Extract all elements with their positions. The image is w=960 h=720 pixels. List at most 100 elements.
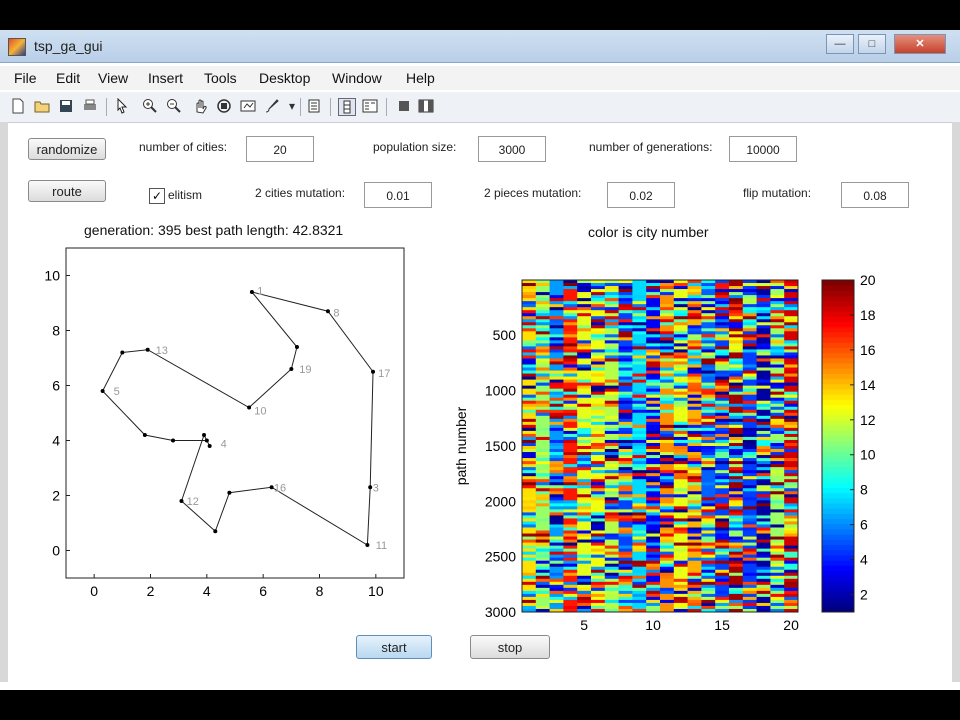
heatmap-cell [535, 394, 550, 399]
heatmap-cell [770, 424, 785, 429]
close-button[interactable]: ✕ [894, 34, 946, 54]
open-folder-icon[interactable] [34, 98, 50, 114]
two-pieces-mutation-field[interactable]: 0.02 [607, 182, 675, 208]
population-size-field[interactable]: 3000 [478, 136, 546, 162]
heatmap-cell [604, 584, 619, 589]
heatmap-cell [522, 503, 537, 507]
heatmap-cell [549, 590, 564, 595]
data-cursor-icon[interactable] [240, 98, 256, 114]
heatmap-cell [591, 500, 606, 504]
new-file-icon[interactable] [10, 98, 26, 114]
heatmap-cell [673, 533, 688, 537]
hide-plot-tools-icon[interactable] [396, 98, 412, 114]
heatmap-cell [687, 566, 702, 571]
maximize-button[interactable]: □ [858, 34, 886, 54]
heatmap-cell [535, 512, 550, 516]
heatmap-cell [522, 575, 537, 580]
menu-file[interactable]: File [14, 70, 37, 86]
heatmap-cell [673, 545, 688, 550]
menu-tools[interactable]: Tools [204, 70, 237, 86]
two-cities-mutation-field[interactable]: 0.01 [364, 182, 432, 208]
heatmap-cell [701, 331, 716, 335]
zoom-out-icon[interactable] [166, 98, 182, 114]
route-button[interactable]: route [28, 180, 106, 202]
heatmap-cell [742, 313, 757, 317]
zoom-in-icon[interactable] [142, 98, 158, 114]
num-cities-field[interactable]: 20 [246, 136, 314, 162]
start-button[interactable]: start [356, 635, 432, 659]
heatmap-cell [646, 346, 661, 350]
brush-icon[interactable] [264, 98, 280, 114]
heatmap-cell [535, 470, 550, 474]
elitism-checkbox[interactable]: ✓ [149, 188, 165, 204]
heatmap-cell [549, 485, 564, 489]
heatmap-cell [742, 569, 757, 574]
heatmap-cell [522, 304, 537, 308]
heatmap-cell [742, 542, 757, 546]
heatmap-cell [549, 470, 564, 474]
heatmap-cell [673, 494, 688, 498]
pointer-icon[interactable] [114, 98, 130, 114]
heatmap-cell [784, 406, 799, 411]
heatmap-cell [646, 298, 661, 302]
brush-dropdown-icon[interactable]: ▾ [284, 98, 300, 114]
heatmap-cell [591, 325, 606, 329]
heatmap-cell [549, 292, 564, 296]
minimize-button[interactable]: — [826, 34, 854, 54]
city-label: 11 [376, 540, 387, 552]
heatmap-cell [687, 361, 702, 365]
heatmap-cell [577, 506, 592, 510]
heatmap-cell [687, 563, 702, 568]
heatmap-cell [577, 295, 592, 299]
rotate-icon[interactable] [216, 98, 232, 114]
print-icon[interactable] [82, 98, 98, 114]
heatmap-cell [549, 400, 564, 405]
heatmap-cell [591, 406, 606, 411]
pan-icon[interactable] [192, 98, 208, 114]
menu-window[interactable]: Window [332, 70, 382, 86]
heatmap-cell [535, 301, 550, 305]
heatmap-cell [646, 452, 661, 456]
heatmap-cell [687, 584, 702, 589]
heatmap-cell [687, 328, 702, 332]
heatmap-cell [784, 436, 799, 441]
heatmap-cell [687, 497, 702, 501]
heatmap-cell [756, 412, 771, 417]
heatmap-cell [756, 485, 771, 489]
heatmap-cell [756, 313, 771, 317]
menu-edit[interactable]: Edit [56, 70, 80, 86]
title-bar[interactable]: tsp_ga_gui — □ ✕ [0, 30, 960, 63]
colorbar-icon[interactable] [338, 98, 356, 116]
link-plot-icon[interactable] [308, 98, 324, 114]
heatmap-cell [591, 313, 606, 317]
route-plot[interactable]: 0 2 4 6 8 1002468101817311161219135410 [30, 236, 420, 608]
show-plot-tools-icon[interactable] [418, 98, 434, 114]
heatmap-cell [549, 439, 564, 444]
heatmap-cell [604, 349, 619, 353]
heatmap-cell [618, 584, 633, 589]
heatmap-cell [715, 391, 730, 396]
menu-view[interactable]: View [98, 70, 128, 86]
heatmap-cell [535, 464, 550, 468]
heatmap-cell [618, 442, 633, 447]
save-icon[interactable] [58, 98, 74, 114]
heatmap-cell [646, 310, 661, 314]
menu-desktop[interactable]: Desktop [259, 70, 310, 86]
stop-button[interactable]: stop [470, 635, 550, 659]
heatmap-cell [632, 391, 647, 396]
heatmap-cell [591, 430, 606, 435]
heatmap-cell [784, 343, 799, 347]
population-heatmap-plot[interactable]: 510152050010001500200025003000index in s… [450, 236, 900, 636]
heatmap-cell [660, 433, 675, 438]
legend-icon[interactable] [362, 98, 378, 114]
heatmap-cell [577, 313, 592, 317]
heatmap-cell [632, 370, 647, 374]
menu-insert[interactable]: Insert [148, 70, 183, 86]
heatmap-cell [577, 430, 592, 435]
randomize-button[interactable]: randomize [28, 138, 106, 160]
num-generations-field[interactable]: 10000 [729, 136, 797, 162]
menu-help[interactable]: Help [406, 70, 435, 86]
heatmap-cell [687, 400, 702, 405]
flip-mutation-field[interactable]: 0.08 [841, 182, 909, 208]
heatmap-cell [687, 406, 702, 411]
